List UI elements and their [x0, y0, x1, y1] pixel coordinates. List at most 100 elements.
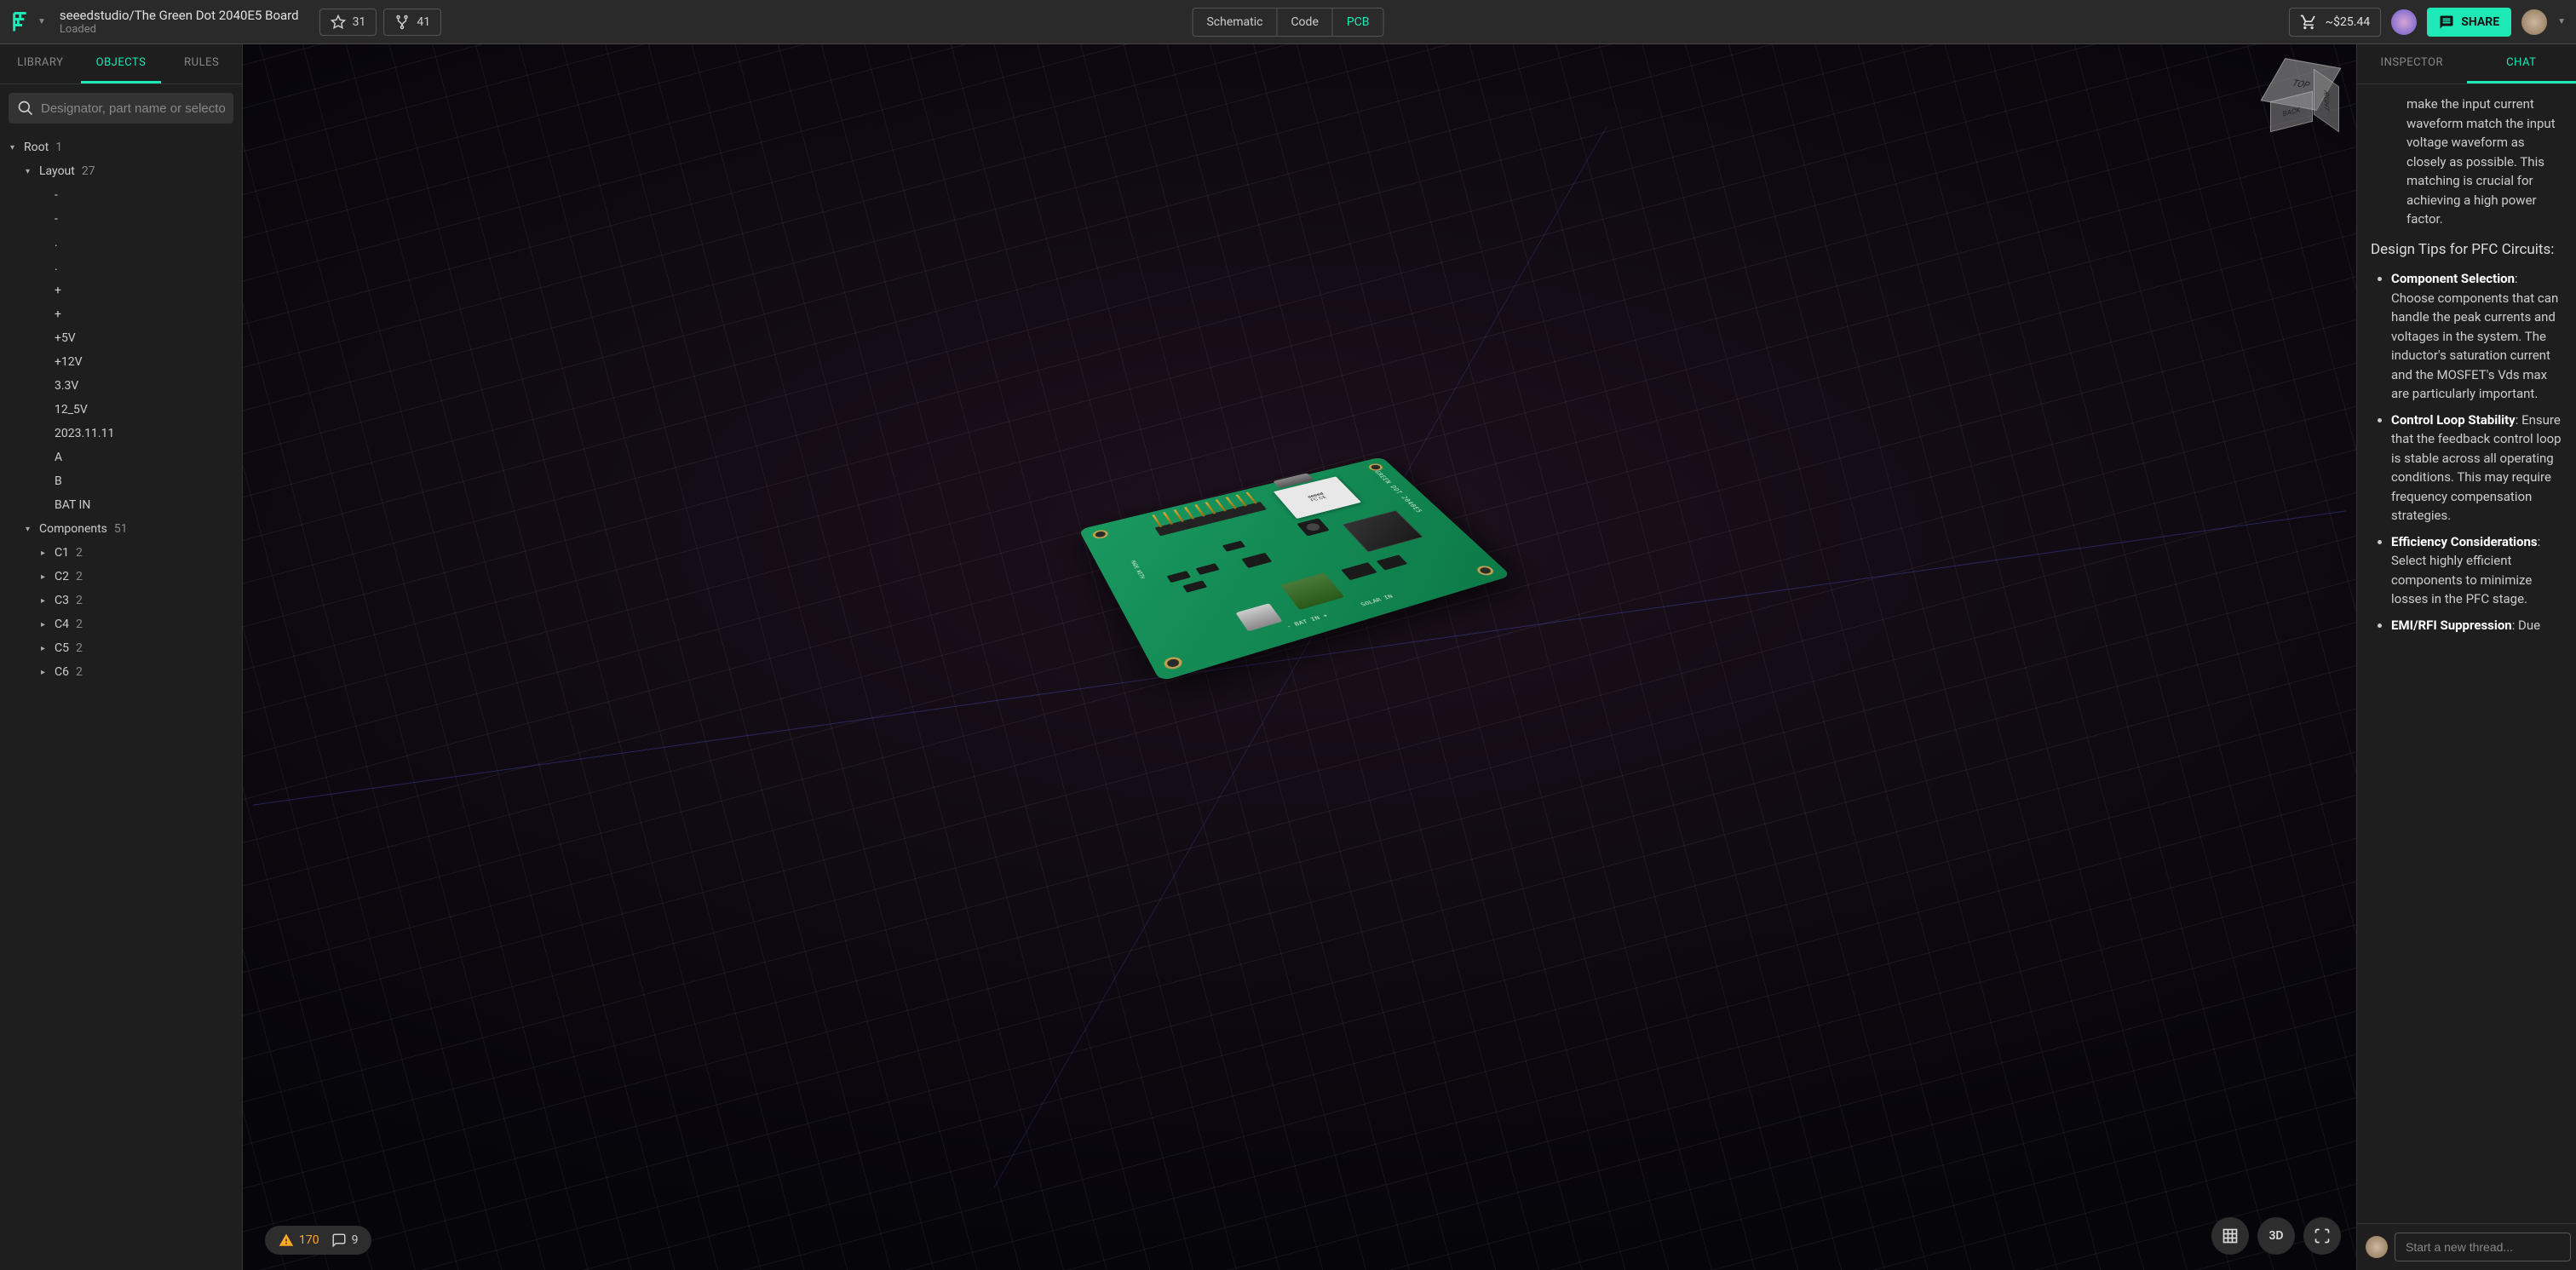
chat-heading: Design Tips for PFC Circuits: [2371, 239, 2562, 261]
tree-component-item[interactable]: ▸C12 [0, 541, 242, 565]
tree-layout-item[interactable]: BAT IN [0, 493, 242, 517]
search-box[interactable] [9, 93, 233, 124]
tree-component-item[interactable]: ▸C32 [0, 589, 242, 612]
topbar-right: ~$25.44 SHARE ▼ [2289, 8, 2566, 37]
chat-icon [2439, 14, 2454, 30]
warnings-button[interactable]: 170 [279, 1233, 319, 1248]
search-icon [17, 100, 34, 117]
stat-group: 31 41 [319, 9, 442, 36]
tree-layout-item[interactable]: 3.3V [0, 374, 242, 398]
tab-code[interactable]: Code [1277, 9, 1332, 36]
tab-objects[interactable]: OBJECTS [81, 44, 162, 83]
logo-dropdown-caret[interactable]: ▼ [37, 17, 46, 26]
tree-root[interactable]: ▾ Root 1 [0, 135, 242, 159]
project-title-block: seeedstudio/The Green Dot 2040E5 Board L… [60, 8, 299, 36]
comment-count: 9 [352, 1233, 359, 1247]
chat-text-fragment: make the input current waveform match th… [2371, 95, 2562, 229]
tree-components[interactable]: ▾ Components 51 [0, 517, 242, 541]
project-status: Loaded [60, 23, 299, 36]
chevron-down-icon[interactable]: ▾ [10, 143, 24, 152]
tab-rules[interactable]: RULES [161, 44, 242, 83]
star-button[interactable]: 31 [319, 9, 377, 36]
left-panel: LIBRARY OBJECTS RULES ▾ Root 1 ▾ Layout … [0, 44, 243, 1270]
cart-price: ~$25.44 [2326, 15, 2371, 29]
tab-inspector[interactable]: INSPECTOR [2357, 44, 2467, 83]
fullscreen-button[interactable] [2303, 1217, 2341, 1255]
tree-layout-item[interactable]: - [0, 207, 242, 231]
star-count: 31 [353, 15, 366, 29]
collaborator-avatar[interactable] [2391, 9, 2417, 35]
share-button[interactable]: SHARE [2427, 8, 2511, 37]
tab-schematic[interactable]: Schematic [1193, 9, 1277, 36]
user-menu-caret[interactable]: ▼ [2557, 17, 2566, 26]
object-tree[interactable]: ▾ Root 1 ▾ Layout 27 --..+++5V+12V3.3V12… [0, 132, 242, 1270]
chat-input-row [2357, 1223, 2576, 1270]
chat-tip-item: Component Selection: Choose components t… [2391, 269, 2562, 404]
tree-layout-item[interactable]: +12V [0, 350, 242, 374]
tree-layout-item[interactable]: +5V [0, 326, 242, 350]
fullscreen-icon [2314, 1227, 2331, 1244]
pcb-canvas[interactable]: seeed FC CE GREEN DOT 2040E5 - BAT IN + … [243, 44, 2356, 1270]
canvas-view-toolbar: 3D [2211, 1217, 2341, 1255]
fork-icon [394, 14, 410, 30]
search-input[interactable] [41, 101, 225, 116]
fork-count: 41 [417, 15, 430, 29]
tree-layout-item[interactable]: + [0, 279, 242, 302]
share-label: SHARE [2461, 15, 2499, 29]
fork-button[interactable]: 41 [383, 9, 441, 36]
search-row [0, 84, 242, 132]
warning-count: 170 [299, 1233, 319, 1247]
chat-tip-item: EMI/RFI Suppression: Due [2391, 616, 2562, 635]
right-panel-tabs: INSPECTOR CHAT [2357, 44, 2576, 84]
view-mode-tabs: Schematic Code PCB [1192, 8, 1383, 37]
chevron-down-icon[interactable]: ▾ [26, 167, 39, 176]
chat-tips-list: Component Selection: Choose components t… [2371, 269, 2562, 635]
user-avatar[interactable] [2521, 9, 2547, 35]
project-path[interactable]: seeedstudio/The Green Dot 2040E5 Board [60, 8, 299, 23]
tree-layout-item[interactable]: . [0, 231, 242, 255]
cart-icon [2300, 14, 2317, 31]
tree-component-item[interactable]: ▸C52 [0, 636, 242, 660]
chevron-down-icon[interactable]: ▾ [26, 525, 39, 534]
chevron-right-icon[interactable]: ▸ [41, 668, 55, 677]
tree-component-item[interactable]: ▸C62 [0, 660, 242, 684]
chat-input[interactable] [2395, 1233, 2571, 1261]
tree-layout-item[interactable]: 12_5V [0, 398, 242, 422]
canvas-status-bar: 170 9 [265, 1226, 371, 1255]
chevron-right-icon[interactable]: ▸ [41, 572, 55, 582]
grid-icon [2222, 1227, 2239, 1244]
navigation-cube[interactable]: TOP RIGHT BACK [2266, 60, 2341, 135]
star-icon [331, 14, 346, 30]
chevron-right-icon[interactable]: ▸ [41, 644, 55, 653]
app-logo-icon[interactable] [10, 10, 34, 34]
chat-messages[interactable]: make the input current waveform match th… [2357, 84, 2576, 1223]
topbar: ▼ seeedstudio/The Green Dot 2040E5 Board… [0, 0, 2576, 44]
tree-layout[interactable]: ▾ Layout 27 [0, 159, 242, 183]
cart-button[interactable]: ~$25.44 [2289, 8, 2382, 37]
tree-layout-item[interactable]: . [0, 255, 242, 279]
chat-tip-item: Efficiency Considerations: Select highly… [2391, 532, 2562, 609]
grid-toggle-button[interactable] [2211, 1217, 2249, 1255]
chevron-right-icon[interactable]: ▸ [41, 549, 55, 558]
right-panel: INSPECTOR CHAT make the input current wa… [2356, 44, 2576, 1270]
tree-layout-item[interactable]: + [0, 302, 242, 326]
tree-component-item[interactable]: ▸C22 [0, 565, 242, 589]
comments-button[interactable]: 9 [331, 1233, 359, 1248]
main-layout: LIBRARY OBJECTS RULES ▾ Root 1 ▾ Layout … [0, 44, 2576, 1270]
tree-layout-item[interactable]: A [0, 445, 242, 469]
chat-tip-item: Control Loop Stability: Ensure that the … [2391, 411, 2562, 526]
chevron-right-icon[interactable]: ▸ [41, 596, 55, 606]
left-panel-tabs: LIBRARY OBJECTS RULES [0, 44, 242, 84]
tab-library[interactable]: LIBRARY [0, 44, 81, 83]
comment-icon [331, 1233, 347, 1248]
tree-layout-item[interactable]: - [0, 183, 242, 207]
view-3d-button[interactable]: 3D [2257, 1217, 2295, 1255]
chat-user-avatar[interactable] [2366, 1236, 2388, 1258]
tab-pcb[interactable]: PCB [1333, 9, 1383, 36]
tree-layout-item[interactable]: 2023.11.11 [0, 422, 242, 445]
chevron-right-icon[interactable]: ▸ [41, 620, 55, 629]
tab-chat[interactable]: CHAT [2467, 44, 2576, 83]
tree-layout-item[interactable]: B [0, 469, 242, 493]
warning-icon [279, 1233, 294, 1248]
tree-component-item[interactable]: ▸C42 [0, 612, 242, 636]
